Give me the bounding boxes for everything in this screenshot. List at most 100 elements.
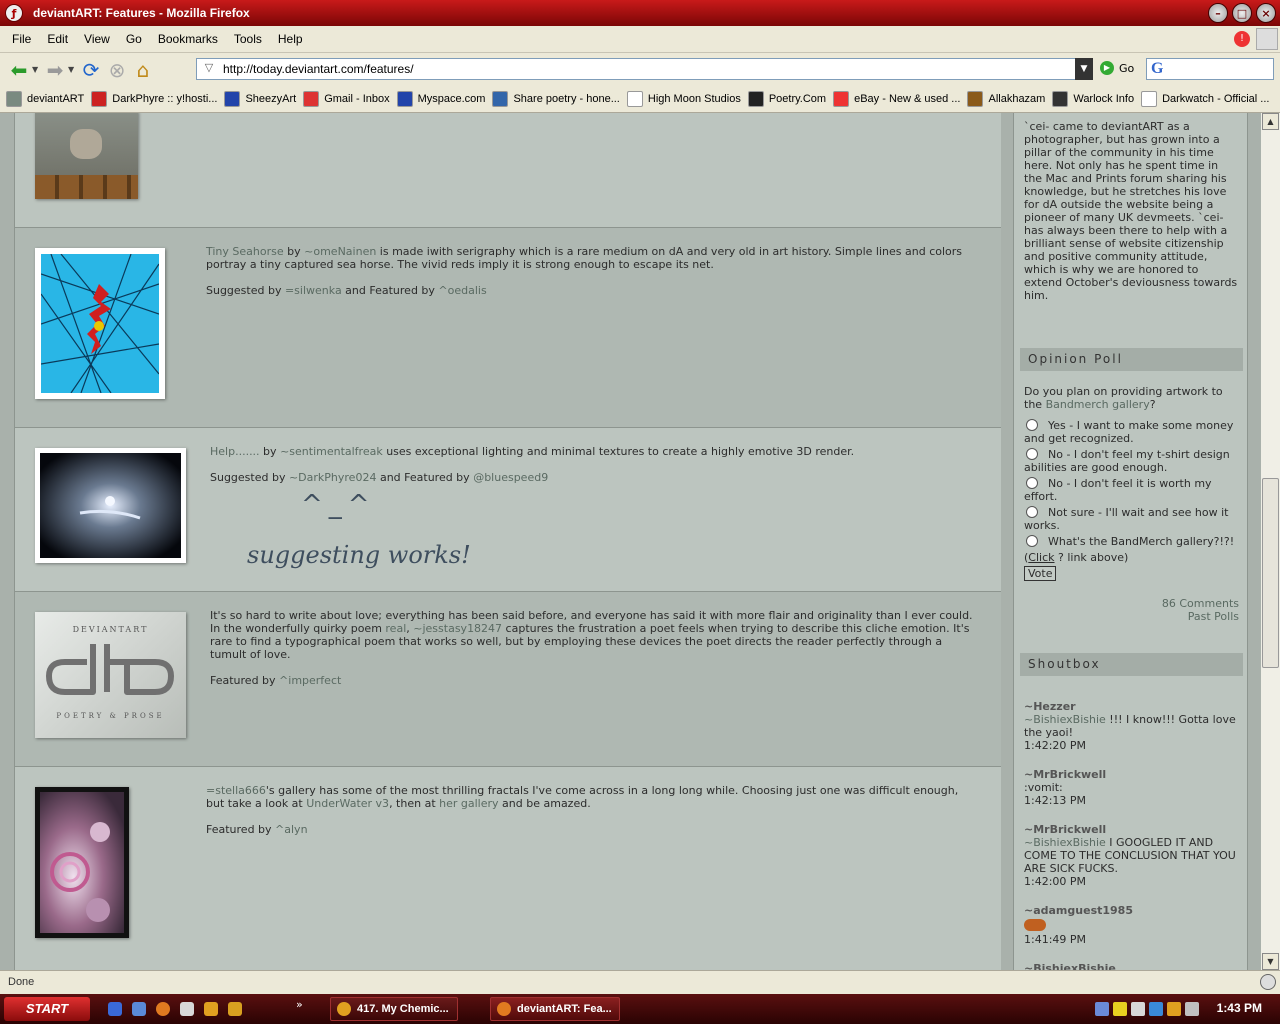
volume-tray-icon[interactable] — [1131, 1002, 1145, 1016]
vote-button[interactable]: Vote — [1024, 566, 1057, 581]
network-tray-icon[interactable] — [1095, 1002, 1109, 1016]
close-button[interactable]: × — [1256, 3, 1276, 23]
stop-button[interactable]: ⊗ — [104, 57, 130, 83]
clock[interactable]: 1:43 PM — [1217, 1001, 1262, 1015]
help-render-thumbnail[interactable] — [35, 448, 186, 563]
bookmark-item[interactable]: eBay - New & used ... — [833, 91, 960, 107]
poll-option-label: What's the BandMerch gallery?!?! — [1048, 535, 1235, 548]
artist-link[interactable]: ~jesstasy18247 — [413, 622, 502, 635]
bookmark-item[interactable]: Poetry.Com — [747, 91, 826, 107]
bookmark-item[interactable]: Gmail - Inbox — [303, 91, 390, 107]
poll-option[interactable]: No - I don't feel my t-shirt design abil… — [1024, 448, 1239, 474]
featurer-link[interactable]: @bluespeed9 — [473, 471, 548, 484]
past-polls-link[interactable]: Past Polls — [1024, 610, 1239, 623]
back-button[interactable]: ⬅ — [6, 57, 32, 83]
click-link[interactable]: Click — [1028, 551, 1054, 564]
explorer-quicklaunch-icon[interactable] — [132, 1002, 146, 1016]
reload-button[interactable]: ⟳ — [78, 57, 104, 83]
menu-bookmarks[interactable]: Bookmarks — [150, 32, 226, 46]
search-input[interactable]: G — [1146, 58, 1274, 80]
shout-author[interactable]: ~adamguest1985 — [1024, 904, 1239, 917]
featurer-link[interactable]: ^imperfect — [279, 674, 341, 687]
forward-button[interactable]: ➡ — [42, 57, 68, 83]
maximize-button[interactable]: □ — [1232, 3, 1252, 23]
scroll-down-button[interactable]: ▼ — [1262, 953, 1279, 970]
warning-tray-icon[interactable] — [1113, 1002, 1127, 1016]
go-button[interactable]: ▶ Go — [1100, 61, 1134, 75]
artist-link[interactable]: ~sentimentalfreak — [280, 445, 383, 458]
menu-help[interactable]: Help — [270, 32, 311, 46]
artwork-link[interactable]: UnderWater v3 — [306, 797, 389, 810]
app-tray-icon[interactable] — [1185, 1002, 1199, 1016]
bookmark-item[interactable]: DarkPhyre :: y!hosti... — [91, 91, 217, 107]
featurer-link[interactable]: ^alyn — [275, 823, 308, 836]
poll-radio[interactable] — [1026, 535, 1038, 547]
bookmark-item[interactable]: SheezyArt — [224, 91, 296, 107]
suggester-link[interactable]: ~DarkPhyre024 — [289, 471, 376, 484]
poll-radio[interactable] — [1026, 477, 1038, 489]
ie-quicklaunch-icon[interactable] — [108, 1002, 122, 1016]
bookmark-item[interactable]: deviantART — [6, 91, 84, 107]
suggester-link[interactable]: =silwenka — [285, 284, 342, 297]
menu-edit[interactable]: Edit — [39, 32, 76, 46]
poem-link[interactable]: real — [385, 622, 406, 635]
start-button[interactable]: START — [4, 997, 90, 1021]
menu-view[interactable]: View — [76, 32, 118, 46]
winamp-quicklaunch-icon[interactable] — [228, 1002, 242, 1016]
firefox-icon[interactable]: ƒ — [5, 4, 23, 22]
gallery-link[interactable]: her gallery — [439, 797, 498, 810]
aim-quicklaunch-icon[interactable] — [204, 1002, 218, 1016]
bluetooth-tray-icon[interactable] — [1149, 1002, 1163, 1016]
address-bar[interactable]: ▽ http://today.deviantart.com/features/ — [196, 58, 1078, 80]
bandmerch-gallery-link[interactable]: Bandmerch gallery — [1046, 398, 1150, 411]
poll-option[interactable]: Not sure - I'll wait and see how it work… — [1024, 506, 1239, 532]
winamp-tray-icon[interactable] — [1167, 1002, 1181, 1016]
shout-author[interactable]: ~Hezzer — [1024, 700, 1239, 713]
notification-icon[interactable]: ! — [1234, 31, 1250, 47]
bookmark-item[interactable]: Share poetry - hone... — [492, 91, 620, 107]
underwater-fractal-thumbnail[interactable] — [35, 787, 129, 938]
poll-radio[interactable] — [1026, 419, 1038, 431]
taskbar-item-firefox[interactable]: deviantART: Fea... — [490, 997, 620, 1021]
vertical-scrollbar[interactable]: ▲ ▼ — [1261, 113, 1280, 970]
media-quicklaunch-icon[interactable] — [180, 1002, 194, 1016]
poll-radio[interactable] — [1026, 448, 1038, 460]
featurer-link[interactable]: ^oedalis — [438, 284, 486, 297]
menu-file[interactable]: File — [4, 32, 39, 46]
shout-author[interactable]: ~MrBrickwell — [1024, 768, 1239, 781]
scroll-thumb[interactable] — [1262, 478, 1279, 668]
poll-option[interactable]: What's the BandMerch gallery?!?! — [1024, 535, 1239, 548]
bookmark-item[interactable]: Allakhazam — [967, 91, 1045, 107]
bookmark-item[interactable]: Warlock Info — [1052, 91, 1134, 107]
shout-recipient[interactable]: ~BishiexBishie — [1024, 713, 1106, 726]
poll-radio[interactable] — [1026, 506, 1038, 518]
tiny-seahorse-thumbnail[interactable] — [35, 248, 165, 399]
taskbar-item-winamp[interactable]: 417. My Chemic... — [330, 997, 458, 1021]
artwork-link[interactable]: Tiny Seahorse — [206, 245, 284, 258]
poetry-prose-logo-thumbnail[interactable]: DEVIANTART POETRY & PROSE — [35, 612, 186, 738]
artist-link[interactable]: ~omeNainen — [304, 245, 376, 258]
menu-go[interactable]: Go — [118, 32, 150, 46]
shout-author[interactable]: ~MrBrickwell — [1024, 823, 1239, 836]
url-history-dropdown[interactable]: ▼ — [1075, 58, 1093, 80]
home-button[interactable]: ⌂ — [130, 57, 156, 83]
minimize-button[interactable]: – — [1208, 3, 1228, 23]
artwork-link[interactable]: Help....... — [210, 445, 260, 458]
poll-option[interactable]: Yes - I want to make some money and get … — [1024, 419, 1239, 445]
feature-thumbnail[interactable] — [35, 113, 138, 199]
poll-comments-link[interactable]: 86 Comments — [1024, 597, 1239, 610]
shout-author[interactable]: ~BishiexBishie — [1024, 962, 1239, 970]
security-icon[interactable] — [1260, 974, 1276, 990]
firefox-quicklaunch-icon[interactable] — [156, 1002, 170, 1016]
forward-history-dropdown[interactable]: ▼ — [68, 65, 78, 74]
menu-tools[interactable]: Tools — [226, 32, 270, 46]
quicklaunch-expand-icon[interactable]: » — [296, 998, 303, 1011]
artist-link[interactable]: =stella666 — [206, 784, 266, 797]
back-history-dropdown[interactable]: ▼ — [32, 65, 42, 74]
shout-recipient[interactable]: ~BishiexBishie — [1024, 836, 1106, 849]
poll-option[interactable]: No - I don't feel it is worth my effort. — [1024, 477, 1239, 503]
scroll-up-button[interactable]: ▲ — [1262, 113, 1279, 130]
bookmark-item[interactable]: High Moon Studios — [626, 91, 741, 107]
bookmark-item[interactable]: Myspace.com — [396, 91, 485, 107]
bookmark-item[interactable]: Darkwatch - Official ... — [1141, 91, 1269, 107]
